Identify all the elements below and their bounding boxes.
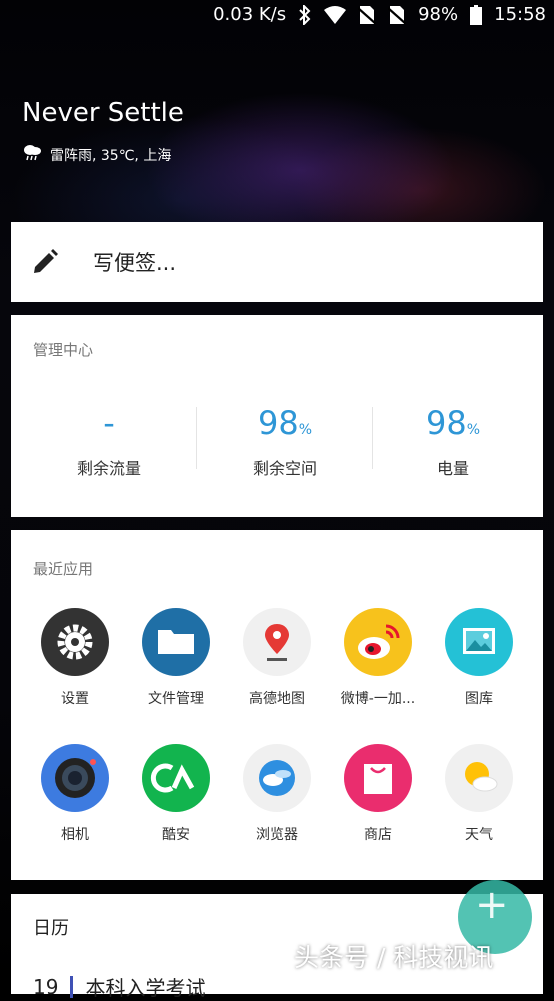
- battery-icon: [470, 4, 483, 25]
- app-camera[interactable]: 相机: [25, 744, 125, 844]
- app-file-manager[interactable]: 文件管理: [126, 608, 226, 708]
- weather-text: 雷阵雨, 35℃, 上海: [50, 148, 172, 164]
- stat-battery[interactable]: 98% 电量: [365, 403, 541, 479]
- event-color-bar: [70, 975, 74, 998]
- app-weather[interactable]: 天气: [429, 744, 529, 844]
- management-card: 管理中心 - 剩余流量 98% 剩余空间 98% 电量: [11, 315, 543, 517]
- app-store[interactable]: 商店: [328, 744, 428, 844]
- store-icon: [344, 744, 412, 812]
- app-label: 文件管理: [148, 691, 204, 707]
- settings-icon: [41, 608, 109, 676]
- stat-unit: %: [466, 422, 481, 438]
- calendar-title: 日历: [33, 918, 69, 939]
- gallery-icon: [445, 608, 513, 676]
- app-label: 相机: [61, 827, 89, 843]
- app-label: 微博-一加...: [340, 691, 416, 707]
- app-label: 高德地图: [249, 691, 305, 707]
- event-day: 19: [33, 974, 59, 999]
- app-label: 酷安: [162, 827, 190, 843]
- plus-icon: +: [475, 882, 509, 928]
- weather-line[interactable]: 雷阵雨, 35℃, 上海: [22, 144, 171, 166]
- stat-unit: %: [298, 422, 313, 438]
- folder-icon: [142, 608, 210, 676]
- status-bar: 0.03 K/s 98% 15:58: [0, 0, 554, 34]
- sim2-no-signal-icon: [388, 5, 407, 24]
- app-label: 浏览器: [256, 827, 298, 843]
- stat-value: -: [103, 404, 115, 442]
- stat-value: 98: [257, 404, 299, 442]
- app-label: 设置: [61, 691, 89, 707]
- coolapk-icon: [142, 744, 210, 812]
- hero-title: Never Settle: [22, 98, 184, 128]
- sim1-no-signal-icon: [358, 5, 377, 24]
- stat-label: 剩余空间: [252, 459, 317, 478]
- management-title: 管理中心: [33, 341, 94, 359]
- network-speed: 0.03 K/s: [213, 4, 287, 25]
- browser-icon: [243, 744, 311, 812]
- wifi-icon: [324, 5, 347, 24]
- stat-label: 剩余流量: [76, 459, 141, 478]
- stat-label: 电量: [436, 459, 469, 478]
- app-browser[interactable]: 浏览器: [227, 744, 327, 844]
- map-pin-icon: [243, 608, 311, 676]
- app-amap[interactable]: 高德地图: [227, 608, 327, 708]
- camera-icon: [41, 744, 109, 812]
- app-label: 天气: [465, 827, 493, 843]
- battery-percent: 98%: [418, 4, 459, 25]
- recent-apps-card: 最近应用 设置 文件管理 高德地图 微博-一加... 图库 相机 酷安 浏览器 …: [11, 530, 543, 880]
- event-title: 本科入学考试: [85, 976, 206, 1000]
- app-label: 商店: [364, 827, 392, 843]
- stat-value: 98: [425, 404, 467, 442]
- app-settings[interactable]: 设置: [25, 608, 125, 708]
- app-gallery[interactable]: 图库: [429, 608, 529, 708]
- note-placeholder: 写便签...: [93, 251, 177, 275]
- weather-icon: [445, 744, 513, 812]
- clock: 15:58: [494, 4, 546, 25]
- calendar-event[interactable]: 19 本科入学考试: [33, 972, 205, 1001]
- weibo-icon: [344, 608, 412, 676]
- app-label: 图库: [465, 691, 493, 707]
- watermark: 头条号 / 科技视讯: [294, 943, 494, 972]
- stat-data-remaining[interactable]: - 剩余流量: [21, 403, 197, 479]
- pencil-icon: [31, 248, 59, 276]
- note-card[interactable]: 写便签...: [11, 222, 543, 302]
- app-weibo[interactable]: 微博-一加...: [328, 608, 428, 708]
- thunderstorm-icon: [22, 144, 42, 166]
- recent-apps-title: 最近应用: [33, 560, 94, 578]
- app-coolapk[interactable]: 酷安: [126, 744, 226, 844]
- stat-storage-remaining[interactable]: 98% 剩余空间: [197, 403, 373, 479]
- bluetooth-icon: [298, 4, 312, 25]
